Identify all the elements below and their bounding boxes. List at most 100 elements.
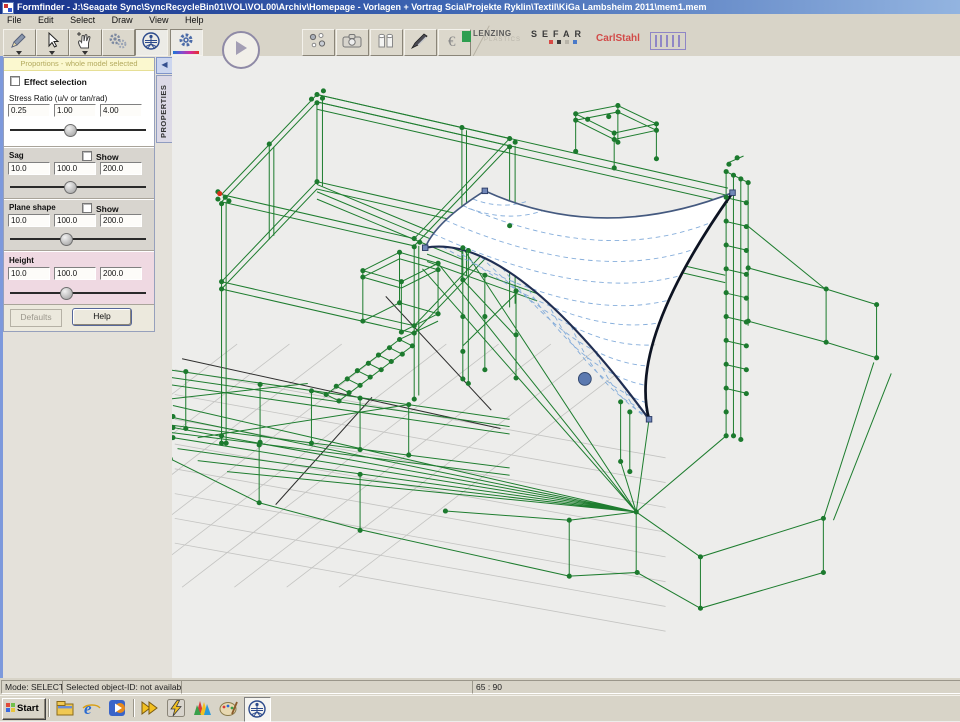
dropdown-arrow-icon[interactable] [49,51,55,55]
dropdown-arrow-icon[interactable] [16,51,22,55]
ie-icon: e [84,699,92,718]
quicklaunch-paint[interactable] [216,697,241,720]
stress-ratio-min-field[interactable] [8,104,50,117]
formfinder-mode-button[interactable] [135,29,168,56]
menu-draw[interactable]: Draw [105,14,140,27]
sefar-logo: SEFAR [531,29,586,44]
height-slider[interactable] [10,292,146,294]
menu-edit[interactable]: Edit [31,14,61,27]
menu-help[interactable]: Help [178,14,211,27]
play-icon [236,41,247,55]
run-formfinding-button[interactable] [222,31,260,69]
stress-ratio-max-field[interactable] [100,104,142,117]
status-message [181,680,474,694]
plane-shape-slider-thumb[interactable] [60,233,73,246]
quicklaunch-internet-explorer[interactable]: e [79,697,104,720]
folder-icon [55,698,76,719]
sefar-color-squares [549,40,586,44]
sag-min-field[interactable] [8,162,50,175]
vitruvian-man-icon [140,31,162,51]
sag-show-checkbox[interactable] [82,151,92,161]
annotate-button[interactable] [404,29,437,56]
draw-tool-button[interactable] [3,29,36,56]
transform-tool-button[interactable] [102,29,135,56]
sag-slider[interactable] [10,186,146,188]
height-label: Height [9,256,34,265]
quicklaunch-winamp[interactable] [164,697,189,720]
properties-panel: Proportions - whole model selected Effec… [3,57,155,332]
help-button[interactable]: Help [72,308,132,326]
effect-selection-row[interactable]: Effect selection [10,76,87,87]
rolls-icon [375,31,397,51]
settings-gear-icon [175,31,197,49]
height-section: Height [4,251,154,305]
palette-icon [218,698,239,719]
camera-icon [341,31,363,51]
plane-shape-show-checkbox[interactable] [82,203,92,213]
boxed-glyph-logo [650,32,686,50]
plane-shape-max-field[interactable] [100,214,142,227]
settings-button[interactable] [170,29,203,56]
effect-selection-checkbox[interactable] [10,76,20,86]
defaults-button[interactable]: Defaults [10,309,62,327]
euro-icon: € [448,34,456,50]
app-icon [2,2,14,14]
height-value-field[interactable] [54,267,96,280]
title-bar[interactable]: Formfinder - J:\Seagate Sync\SyncRecycle… [0,0,960,14]
molecule-icon [307,31,329,51]
material-rolls-button[interactable] [370,29,403,56]
height-slider-thumb[interactable] [60,287,73,300]
gears-icon [107,31,129,51]
stress-ratio-label: Stress Ratio (u/v or tan/rad) [9,94,107,103]
node-markers[interactable] [172,91,877,608]
plane-shape-label: Plane shape [9,203,56,212]
height-max-field[interactable] [100,267,142,280]
sag-max-field[interactable] [100,162,142,175]
analysis-button[interactable] [302,29,335,56]
status-mode: Mode: SELECT [1,680,64,694]
menu-file[interactable]: File [0,14,29,27]
plane-shape-section: Plane shape Show [4,199,154,251]
pan-tool-button[interactable] [69,29,102,56]
select-tool-button[interactable] [36,29,69,56]
sag-value-field[interactable] [54,162,96,175]
viewport-3d[interactable] [172,56,960,678]
properties-panel-column: Proportions - whole model selected Effec… [0,56,173,678]
plane-shape-show-row[interactable]: Show [82,203,119,214]
selected-node-marker[interactable] [217,191,222,196]
menu-view[interactable]: View [142,14,175,27]
quicklaunch-shortcut[interactable] [138,697,163,720]
panel-collapse-button[interactable]: ◀ [156,57,173,74]
plane-shape-value-field[interactable] [54,214,96,227]
tab-properties[interactable]: PROPERTIES [156,75,173,143]
dropdown-arrow-icon[interactable] [82,51,88,55]
reference-sphere[interactable] [578,373,591,386]
stress-ratio-slider[interactable] [10,129,146,131]
quicklaunch-viewer[interactable] [190,697,215,720]
start-button[interactable]: Start [2,698,46,720]
lenzing-mark-icon [462,31,471,42]
sag-slider-thumb[interactable] [64,181,77,194]
stress-ratio-slider-thumb[interactable] [64,124,77,137]
lightning-icon [166,698,187,719]
quicklaunch-explorer[interactable] [53,697,78,720]
plane-shape-min-field[interactable] [8,214,50,227]
quicklaunch-formfinder-active[interactable] [244,697,271,722]
sag-label: Sag [9,151,24,160]
snapshot-button[interactable] [336,29,369,56]
sag-show-row[interactable]: Show [82,151,119,162]
hand-icon [74,31,96,51]
taskbar: Start e [0,695,960,721]
yellow-arrows-icon [140,698,161,719]
window-title: Formfinder - J:\Seagate Sync\SyncRecycle… [17,0,707,14]
menu-select[interactable]: Select [63,14,102,27]
quicklaunch-media-player[interactable] [105,697,130,720]
panel-buttons-row: Defaults Help [4,305,154,331]
cursor-icon [41,31,63,51]
lenzing-logo: LENZING PLASTICS [462,29,521,43]
vitruvian-man-icon [247,699,268,720]
plane-shape-slider[interactable] [10,238,146,240]
height-min-field[interactable] [8,267,50,280]
stress-ratio-value-field[interactable] [54,104,96,117]
windows-logo-icon [6,703,15,712]
